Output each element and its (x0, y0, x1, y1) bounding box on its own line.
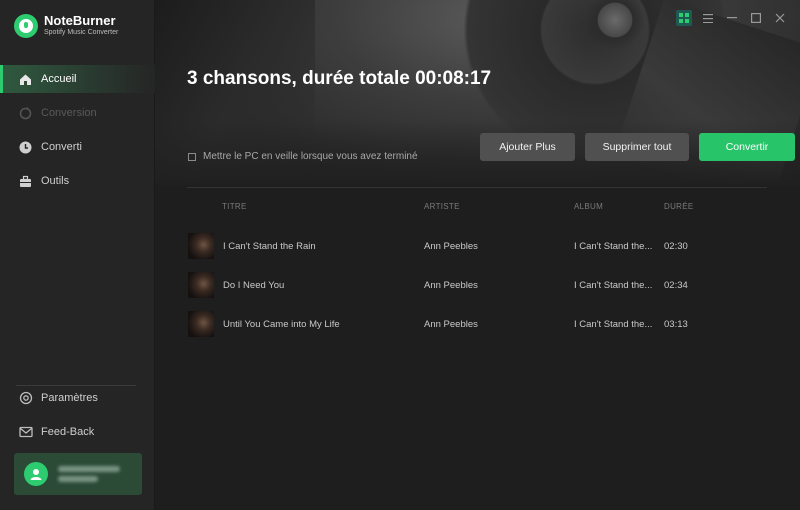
mail-icon (18, 425, 33, 440)
sync-icon (18, 106, 33, 121)
column-header-album: ALBUM (574, 202, 604, 211)
track-artist: Ann Peebles (424, 280, 478, 291)
menu-icon[interactable] (700, 10, 716, 26)
convert-button[interactable]: Convertir (699, 133, 795, 161)
sidebar-item-label: Conversion (41, 107, 97, 119)
sidebar-item-conversion[interactable]: Conversion (0, 99, 155, 127)
sidebar-item-parametres[interactable]: Paramètres (0, 384, 155, 412)
album-cover-thumbnail (188, 311, 214, 337)
track-artist: Ann Peebles (424, 241, 478, 252)
sidebar-item-feedback[interactable]: Feed-Back (0, 418, 155, 446)
sidebar-item-outils[interactable]: Outils (0, 167, 155, 195)
grid-icon[interactable] (676, 10, 692, 26)
sleep-option-label: Mettre le PC en veille lorsque vous avez… (203, 151, 418, 162)
page-title: 3 chansons, durée totale 00:08:17 (187, 68, 492, 89)
main-panel: 3 chansons, durée totale 00:08:17 Mettre… (155, 0, 800, 510)
sleep-checkbox[interactable] (188, 152, 196, 161)
user-account-card[interactable] (14, 453, 142, 495)
track-album: I Can't Stand the... (574, 280, 653, 291)
sidebar-item-label: Paramètres (41, 392, 98, 404)
noteburner-logo-icon (14, 14, 38, 38)
track-title: Do I Need You (223, 280, 285, 291)
track-album: I Can't Stand the... (574, 319, 653, 330)
table-row[interactable]: Until You Came into My Life Ann Peebles … (188, 311, 768, 337)
brand: NoteBurner Spotify Music Converter (14, 14, 118, 38)
sidebar-item-converti[interactable]: Converti (0, 133, 155, 161)
sidebar-item-label: Feed-Back (41, 426, 95, 438)
track-duration: 02:30 (664, 241, 688, 252)
track-title: Until You Came into My Life (223, 319, 340, 330)
track-duration: 02:34 (664, 280, 688, 291)
table-row[interactable]: I Can't Stand the Rain Ann Peebles I Can… (188, 233, 768, 259)
clock-icon (18, 140, 33, 155)
sidebar-item-accueil[interactable]: Accueil (0, 65, 155, 93)
sidebar-item-label: Converti (41, 141, 82, 153)
add-more-button[interactable]: Ajouter Plus (480, 133, 575, 161)
home-icon (18, 72, 33, 87)
user-icon (24, 462, 48, 486)
user-info-redacted (58, 462, 120, 486)
maximize-icon[interactable] (748, 10, 764, 26)
column-header-artist: ARTISTE (424, 202, 460, 211)
table-divider (187, 187, 767, 188)
toolbox-icon (18, 174, 33, 189)
sidebar-item-label: Outils (41, 175, 70, 187)
album-cover-thumbnail (188, 233, 214, 259)
close-icon[interactable] (772, 10, 788, 26)
minimize-icon[interactable] (724, 10, 740, 26)
album-cover-thumbnail (188, 272, 214, 298)
track-artist: Ann Peebles (424, 319, 478, 330)
column-header-title: TITRE (222, 202, 247, 211)
brand-subtitle: Spotify Music Converter (44, 29, 119, 36)
track-duration: 03:13 (664, 319, 688, 330)
delete-all-button[interactable]: Supprimer tout (585, 133, 689, 161)
track-title: I Can't Stand the Rain (223, 241, 316, 252)
table-row[interactable]: Do I Need You Ann Peebles I Can't Stand … (188, 272, 768, 298)
track-album: I Can't Stand the... (574, 241, 653, 252)
column-header-duration: DURÉE (664, 202, 694, 211)
sidebar: NoteBurner Spotify Music Converter Accue… (0, 0, 155, 510)
sidebar-item-label: Accueil (41, 73, 77, 85)
brand-name: NoteBurner (44, 13, 116, 28)
settings-icon (18, 391, 33, 406)
sleep-option[interactable]: Mettre le PC en veille lorsque vous avez… (188, 151, 418, 162)
